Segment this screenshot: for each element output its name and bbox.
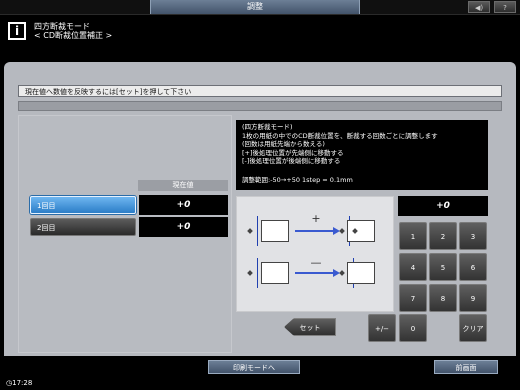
plus-minus-key[interactable]: +/−: [368, 314, 396, 342]
adjustment-diagram: + —: [236, 196, 394, 312]
set-button[interactable]: セット: [284, 318, 336, 336]
row-2nd-button[interactable]: 2回目: [30, 218, 136, 236]
adjustment-range: 調整範囲:-50→+50 1step = 0.1mm: [242, 175, 353, 184]
description-line: 1枚の用紙の中でのCD断裁位置を、断裁する回数ごとに調整します: [242, 131, 438, 140]
plus-sign: +: [311, 212, 321, 225]
input-display: +0: [398, 196, 488, 216]
row-2nd-value: +0: [139, 217, 228, 237]
back-button[interactable]: 前画面: [434, 360, 498, 374]
instruction-text: 現在値へ数値を反映するには[セット]を押して下さい: [18, 85, 502, 97]
key-5[interactable]: 5: [429, 253, 457, 281]
cut-line: [257, 216, 258, 246]
key-4[interactable]: 4: [399, 253, 427, 281]
position-marker-icon: [247, 228, 253, 234]
row-1st-value: +0: [139, 195, 228, 215]
clock-time: 17:28: [12, 379, 33, 387]
screen-title: 調整: [150, 0, 360, 14]
description-panel: (四方断裁モード) 1枚の用紙の中でのCD断裁位置を、断裁する回数ごとに調整しま…: [236, 120, 488, 190]
paper-icon: [261, 262, 289, 284]
clear-key[interactable]: クリア: [459, 314, 487, 342]
key-2[interactable]: 2: [429, 222, 457, 250]
divider-bar: [18, 101, 502, 111]
arrow-right-icon: [295, 230, 333, 232]
description-line: (四方断裁モード): [242, 123, 293, 131]
arrow-right-icon: [295, 272, 333, 274]
position-marker-icon: [339, 228, 345, 234]
current-value-header: 現在値: [138, 180, 228, 191]
position-marker-icon: [339, 270, 345, 276]
paper-icon: [347, 262, 375, 284]
position-marker-icon: [247, 270, 253, 276]
key-8[interactable]: 8: [429, 284, 457, 312]
help-icon[interactable]: ?: [494, 1, 516, 13]
clock: ◷17:28: [6, 378, 32, 388]
description-line: [+]後処理位置が先端側に移動する: [242, 148, 344, 157]
volume-icon[interactable]: ◀): [468, 1, 490, 13]
key-7[interactable]: 7: [399, 284, 427, 312]
description-line: (回数は用紙先端から数える): [242, 140, 325, 148]
cut-line: [257, 258, 258, 288]
row-1st-button[interactable]: 1回目: [30, 196, 136, 214]
print-mode-button[interactable]: 印刷モードへ: [208, 360, 300, 374]
paper-icon: [261, 220, 289, 242]
key-1[interactable]: 1: [399, 222, 427, 250]
mode-subtitle: < CD断裁位置補正 >: [34, 31, 113, 40]
key-0[interactable]: 0: [399, 314, 427, 342]
minus-sign: —: [310, 256, 322, 269]
key-3[interactable]: 3: [459, 222, 487, 250]
key-6[interactable]: 6: [459, 253, 487, 281]
info-icon: i: [8, 22, 26, 40]
key-9[interactable]: 9: [459, 284, 487, 312]
description-line: [-]後処理位置が後端側に移動する: [242, 157, 341, 165]
